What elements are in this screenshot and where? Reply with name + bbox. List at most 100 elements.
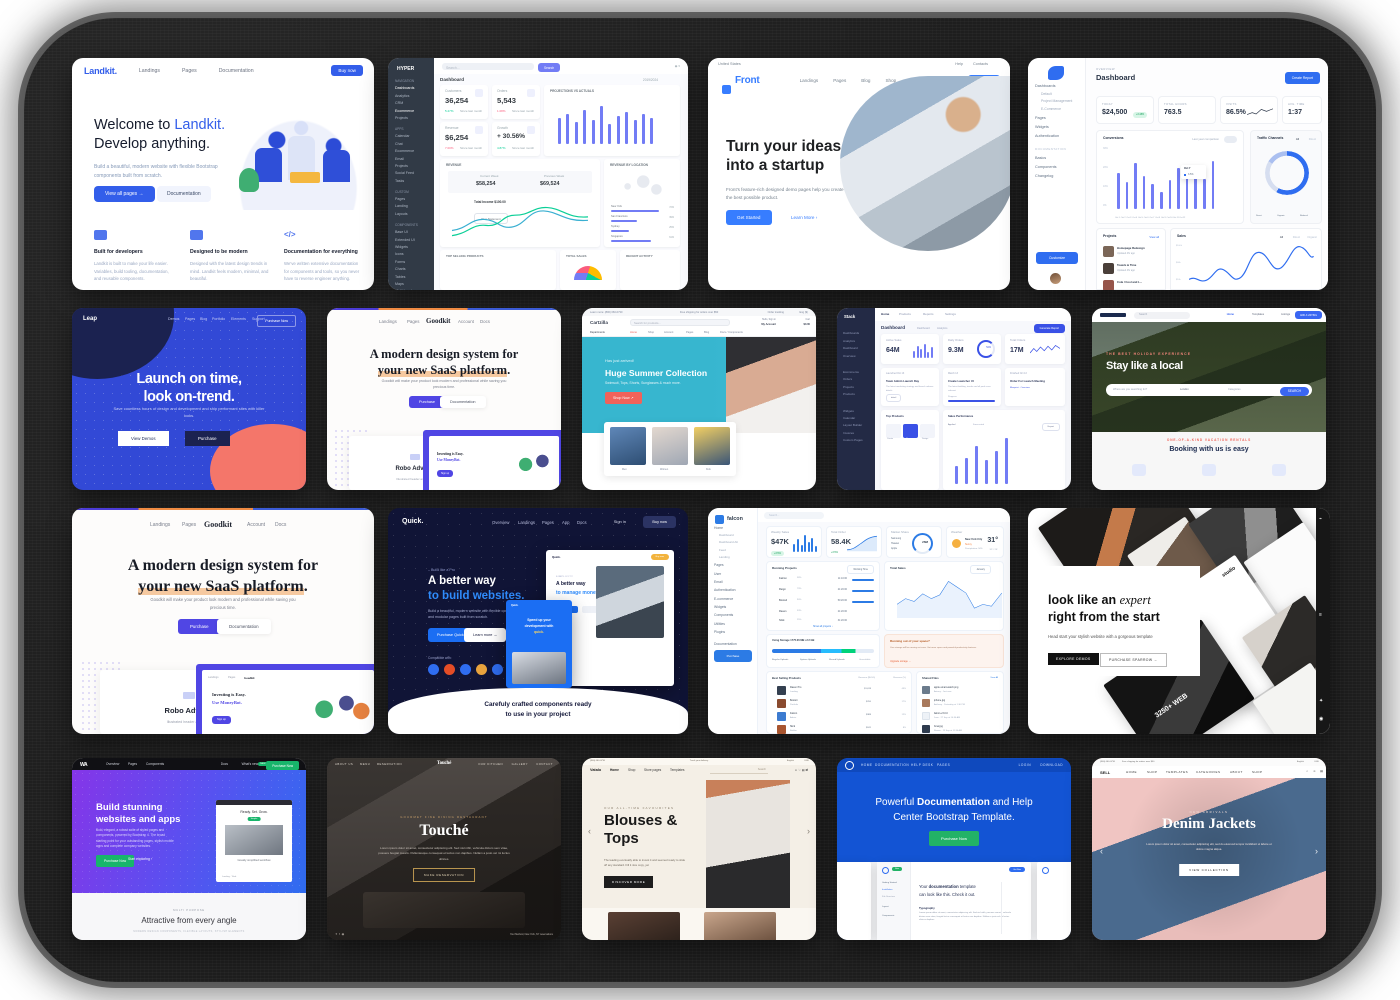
sidebar-item-pages[interactable]: Pages [395, 197, 434, 201]
avatar[interactable] [1050, 273, 1061, 284]
template-card-quick[interactable]: Quick. Overview Landings Pages App Docs … [388, 508, 688, 734]
template-card-dashkit[interactable]: Dashboards Default Project Management E-… [1028, 58, 1328, 290]
nav-link-our-kitchen[interactable]: OUR KITCHEN [478, 762, 503, 766]
sidebar-item-changelog[interactable]: Changelog [1035, 174, 1085, 178]
docs-logo-icon[interactable] [845, 761, 854, 770]
purchase-sparrow-button[interactable]: PURCHASE SPARROW → [1100, 653, 1167, 667]
sidebar-item-pages[interactable]: Pages [1035, 116, 1085, 120]
sidebar-item-maps[interactable]: Maps [395, 282, 434, 286]
sidebar-item-charts[interactable]: Charts [395, 267, 434, 271]
sidebar-item-landing[interactable]: Landing [719, 555, 757, 559]
top-link-contacts[interactable]: Contacts [973, 62, 988, 66]
sidebar-item-tasks[interactable]: Tasks [395, 179, 434, 183]
nav-link-pages[interactable]: Pages [185, 317, 195, 321]
topbar-order-tracking[interactable]: Order tracking [768, 311, 784, 314]
export-button[interactable]: Export [1041, 423, 1060, 431]
discover-more-button[interactable]: DISCOVER MORE [604, 876, 654, 888]
nav-link-documentation[interactable]: DOCUMENTATION [875, 763, 909, 767]
template-card-rentals[interactable]: Search Home Templates Listings Docs ADD … [1092, 308, 1326, 490]
breadcrumb-analytics[interactable]: Analytics [937, 327, 947, 330]
shot-signup-button[interactable]: Sign up [212, 716, 231, 724]
account-icon[interactable]: ☺ [1313, 769, 1316, 773]
sidebar-item-authentication[interactable]: Authentication [1035, 134, 1085, 138]
tab-design[interactable] [920, 424, 935, 438]
nav-link-listings[interactable]: Listings [1281, 313, 1290, 316]
nav-link-demos[interactable]: Demos [168, 317, 179, 321]
template-card-blouses[interactable]: (800) 060-0730 Track your delivery Engli… [582, 758, 816, 940]
landkit-logo[interactable]: Landkit. [84, 66, 117, 76]
documentation-button[interactable]: Documentation [440, 396, 486, 408]
sidebar-item-ecommerce[interactable]: Ecommerce [395, 109, 434, 113]
sidebar-item-custom-pages[interactable]: Custom Pages [843, 438, 875, 442]
nav-link-templates[interactable]: Templates [1252, 313, 1264, 316]
nav-link-overview[interactable]: Overview [492, 520, 509, 525]
nav-link-shop2[interactable]: SHOP [1252, 770, 1263, 774]
template-card-goodkit-large[interactable]: Landings Pages Goodkit Account Docs A mo… [72, 508, 374, 734]
purchase-button[interactable]: Purchase [714, 650, 752, 662]
template-card-falcon[interactable]: falcon Home Dashboard Dashboard Alt Feed… [708, 508, 1010, 734]
nav-link-blog[interactable]: Blog [704, 331, 709, 334]
topbar-track-delivery[interactable]: Track your delivery [690, 760, 708, 762]
shop-now-button[interactable]: Shop Now ↗ [605, 392, 642, 404]
nav-link-blog[interactable]: Blog [200, 317, 207, 321]
topbar-language[interactable]: English [1297, 761, 1304, 763]
sidebar-item-utilities[interactable]: Utilities [714, 622, 757, 626]
sidebar-item-icons[interactable]: Icons [395, 252, 434, 256]
cart-icon[interactable]: ▤ [1320, 769, 1323, 773]
nav-link-login[interactable]: LOGIN [1019, 763, 1031, 767]
sidebar-item-email[interactable]: Email [395, 157, 434, 161]
social-icons[interactable]: ✦ f ◉ [335, 932, 344, 936]
sidebar-item-home[interactable]: Home [714, 526, 757, 530]
purchase-now-button[interactable]: Purchase Now [928, 831, 980, 846]
template-card-cartzilla[interactable]: Learn more: (800) 060-0730 Free shipping… [582, 308, 816, 490]
nav-link-reports[interactable]: Reports [923, 312, 934, 316]
sidebar-item-pages[interactable]: Pages [714, 563, 757, 567]
sidebar-item-invoices[interactable]: Invoices [843, 431, 875, 435]
cartzilla-logo[interactable]: Cartzilla [590, 320, 608, 325]
nav-link-landings[interactable]: Landings [800, 78, 819, 83]
nav-link-components[interactable]: Components [146, 762, 164, 766]
tab-all[interactable]: All [1280, 235, 1283, 239]
create-report-button[interactable]: Create Report [1284, 72, 1320, 84]
sidebar-item-overview[interactable]: Overview [843, 354, 875, 358]
category-thumb-women[interactable] [652, 427, 688, 465]
stack-logo[interactable]: Stack [844, 314, 875, 319]
sidebar-item-user[interactable]: User [714, 572, 757, 576]
search-button[interactable]: SEARCH [1279, 386, 1309, 396]
purchase-button[interactable]: Purchase [178, 619, 221, 634]
twitter-icon[interactable]: ✦ [1319, 698, 1323, 704]
sidebar-item-chat[interactable]: Chat [395, 142, 434, 146]
sidebar-item-projects2[interactable]: Projects [395, 164, 434, 168]
sidebar-item-email[interactable]: Email [714, 580, 757, 584]
search-button[interactable]: Search [538, 63, 561, 72]
sidebar-item-dashboard[interactable]: Dashboard [719, 533, 757, 537]
nav-link-shop[interactable]: Shop [628, 768, 635, 772]
blouses-logo[interactable]: Vatalo [590, 768, 601, 772]
nav-link-download[interactable]: DOWNLOAD [1040, 763, 1063, 767]
sidebar-item-authentication[interactable]: Authentication [714, 588, 757, 592]
nav-link-pages[interactable]: Pages [833, 78, 846, 83]
month-dropdown[interactable]: January [970, 565, 991, 574]
view-all-pages-button[interactable]: View all pages → [94, 186, 155, 202]
sidebar-item-forms[interactable]: Forms [395, 260, 434, 264]
sidebar-item-baseui[interactable]: Base UI [395, 230, 434, 234]
rentals-logo[interactable] [1100, 313, 1126, 317]
leap-logo[interactable]: Leap [83, 316, 97, 322]
sidebar-item-analytics[interactable]: Analytics [395, 94, 434, 98]
carousel-prev-arrow[interactable]: ‹ [1100, 846, 1103, 856]
template-card-goodkit-small[interactable]: Landings Pages Goodkit Account Docs A mo… [327, 308, 561, 490]
sidebar-item-socialfeed[interactable]: Social Feed [395, 171, 434, 175]
country-selector[interactable]: United States [718, 62, 741, 66]
nav-link-gallery[interactable]: GALLERY [512, 762, 528, 766]
search-input[interactable] [710, 768, 768, 774]
category-thumb-kids[interactable] [694, 427, 730, 465]
webapp-logo[interactable]: WA [80, 762, 88, 768]
sidebar-item-ecommerce2[interactable]: Ecommerce [395, 149, 434, 153]
generate-report-button[interactable]: Generate Report [1033, 324, 1065, 333]
account-label[interactable]: Hello, Sign in [762, 318, 776, 321]
sidebar-item-crm[interactable]: CRM [395, 101, 434, 105]
start-exploring-link[interactable]: Start exploring › [128, 857, 152, 861]
nav-link-account[interactable]: Account [458, 319, 474, 324]
add-listing-button[interactable]: ADD A LISTING [1294, 311, 1322, 320]
topbar-phone[interactable]: Learn more: (800) 060-0730 [590, 311, 622, 314]
